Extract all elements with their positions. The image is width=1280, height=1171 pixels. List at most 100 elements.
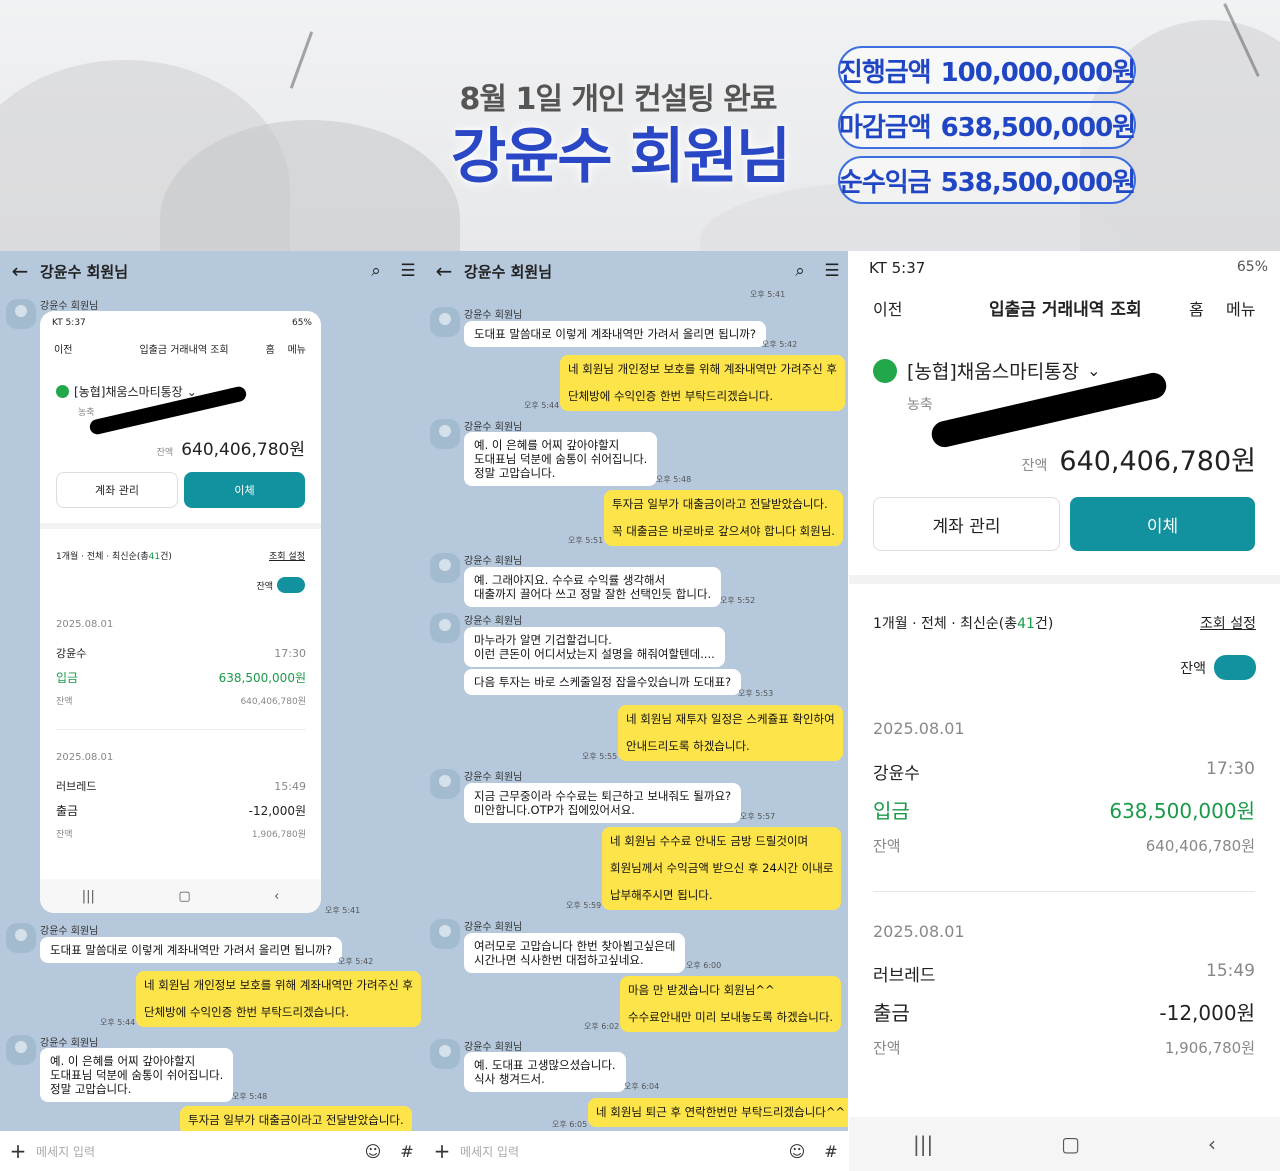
back-icon[interactable]: ‹ [274,889,279,904]
avatar[interactable] [430,613,460,643]
back-arrow-icon[interactable]: ← [424,259,464,283]
home-icon[interactable]: ▢ [178,889,190,904]
message-bubble[interactable]: 도대표 말씀대로 이렇게 계좌내역만 가려서 올리면 됩니까? [464,321,766,347]
tx-date: 2025.08.01 [873,922,965,941]
query-settings-link[interactable]: 조회 설정 [269,549,305,562]
account-number: 농축 [907,397,933,413]
tx-amount-row: 입금 638,500,000원 [873,799,1255,823]
timestamp: 오후 5:42 [762,340,798,349]
hash-icon[interactable]: # [814,1142,848,1161]
emoji-icon[interactable]: ☺ [356,1142,390,1161]
message-input[interactable]: 메세지 입력 [36,1143,356,1160]
message-bubble[interactable]: 다음 투자는 바로 스케줄일정 잡을수있습니까 도대표? [464,669,742,695]
balance-toggle[interactable] [277,577,305,593]
net-profit-pill: 순수익금 538,500,000원 [838,156,1136,204]
message-bubble[interactable]: 도대표 말씀대로 이렇게 계좌내역만 가려서 올리면 됩니까? [40,937,342,963]
timestamp: 오후 5:41 [750,290,786,299]
avatar[interactable] [430,307,460,337]
message-bubble[interactable]: 예. 그래야지요. 수수료 수익률 생각해서 대출까지 끌어다 쓰고 정말 잘한 … [464,567,722,607]
back-arrow-icon[interactable]: ← [0,259,40,283]
tx-amount-row: 출금 -12,000원 [873,1001,1255,1025]
tx-row[interactable]: 강윤수 17:30 [873,759,1255,784]
tx-row[interactable]: 강윤수 17:30 [56,645,306,661]
timestamp: 오후 5:51 [568,536,604,545]
search-icon[interactable]: ⌕ [360,261,392,281]
sender-name: 강윤수 회원님 [464,310,523,321]
message-bubble-sent[interactable]: 네 회원님 재투자 일정은 스케쥴표 확인하여 안내드리도록 하겠습니다. [618,705,843,761]
timestamp: 오후 6:00 [686,961,722,970]
home-icon[interactable]: ▢ [1061,1132,1080,1156]
tx-amount-row: 출금 -12,000원 [56,804,306,818]
filter-summary: 1개월 · 전체 · 최신순(총41건) [873,616,1054,632]
tx-row[interactable]: 러브레드 15:49 [56,778,306,794]
account-manage-button[interactable]: 계좌 관리 [873,497,1060,551]
query-settings-link[interactable]: 조회 설정 [1200,613,1256,633]
bank-logo-icon [873,358,897,383]
balance: 잔액 640,406,780원 [1021,446,1256,477]
tx-balance-row: 잔액 640,406,780원 [873,837,1255,855]
menu-button[interactable]: 메뉴 [1226,296,1255,320]
chevron-down-icon[interactable]: ⌄ [1087,361,1100,380]
chat-panel-left: ← 강윤수 회원님 ⌕ ☰ 강윤수 회원님 KT 5:37 65% 이전 입출금 … [0,251,424,1171]
message-bubble-sent[interactable]: 네 회원님 개인정보 보호를 위해 계좌내역만 가려주신 후 단체방에 수익인증 … [560,355,845,411]
avatar[interactable] [430,419,460,449]
recents-icon[interactable]: ||| [82,889,95,904]
status-bar: KT 5:37 65% [52,318,312,328]
search-icon[interactable]: ⌕ [784,261,816,281]
message-bubble-sent[interactable]: 투자금 일부가 대출금이라고 전달받았습니다. 꼭 대출금은 바로바로 갚으셔야 … [604,490,843,546]
tx-balance-row: 잔액 640,406,780원 [56,697,306,707]
tx-row[interactable]: 러브레드 15:49 [873,961,1255,986]
message-bubble[interactable]: 여러모로 고맙습니다 한번 찾아뵙고싶은데 시간나면 식사한번 대접하고싶네요. [464,933,686,973]
hash-icon[interactable]: # [390,1142,424,1161]
plus-icon[interactable]: + [0,1139,36,1163]
avatar[interactable] [6,299,36,329]
message-bubble[interactable]: 예. 이 은혜를 어찌 갚아야할지 도대표님 덕분에 숨통이 쉬어집니다. 정말 고… [464,432,658,486]
back-icon[interactable]: ‹ [1208,1132,1216,1156]
message-bubble[interactable]: 지금 근무중이라 수수료는 퇴근하고 보내줘도 될까요? 미안합니다.OTP가 집… [464,783,742,823]
android-nav-bar: ||| ▢ ‹ [40,879,321,913]
avatar[interactable] [6,1035,36,1065]
avatar[interactable] [6,923,36,953]
bank-logo-icon [56,385,69,398]
menu-icon[interactable]: ☰ [392,261,424,281]
home-button[interactable]: 홈 [1189,296,1204,320]
message-bubble[interactable]: 마누라가 알면 기겁할겁니다. 이런 큰돈이 어디서났는지 설명을 해줘여할텐데.… [464,627,725,667]
prev-button[interactable]: 이전 [873,296,902,320]
plus-icon[interactable]: + [424,1139,460,1163]
account-name[interactable]: [농협]채움스마티통장 ⌄ [56,383,197,400]
timestamp: 오후 5:44 [524,401,560,410]
shared-image-bank-screenshot[interactable]: KT 5:37 65% 이전 입출금 거래내역 조회 홈 메뉴 [농협]채움스마티… [40,311,321,913]
timestamp: 오후 6:05 [552,1120,588,1129]
balance-toggle[interactable] [1214,655,1256,680]
account-manage-button[interactable]: 계좌 관리 [56,472,178,508]
avatar[interactable] [430,919,460,949]
avatar[interactable] [430,769,460,799]
closing-amount-pill: 마감금액 638,500,000원 [838,101,1136,149]
avatar[interactable] [430,1039,460,1069]
message-bubble[interactable]: 예. 도대표 고생많으셨습니다. 식사 챙겨드서. [464,1052,626,1092]
tx-date: 2025.08.01 [56,752,114,763]
menu-icon[interactable]: ☰ [816,261,848,281]
filter-summary: 1개월 · 전체 · 최신순(총41건) [56,552,172,562]
recents-icon[interactable]: ||| [913,1132,933,1156]
message-bubble[interactable]: 예. 이 은혜를 어찌 갚아야할지 도대표님 덕분에 숨통이 쉬어집니다. 정말 고… [40,1048,234,1102]
transfer-button[interactable]: 이체 [184,472,305,508]
message-bubble-sent[interactable]: 네 회원님 퇴근 후 연락한번만 부탁드리겠습니다^^ [588,1098,848,1127]
emoji-icon[interactable]: ☺ [780,1142,814,1161]
timestamp: 오후 5:48 [656,475,692,484]
banner: 8월 1일 개인 컨설팅 완료 강윤수 회원님 진행금액 100,000,000원… [0,0,1280,251]
tx-balance-row: 잔액 1,906,780원 [873,1039,1255,1057]
transfer-button[interactable]: 이체 [1070,497,1255,551]
message-bubble-sent[interactable]: 네 회원님 개인정보 보호를 위해 계좌내역만 가려주신 후 단체방에 수익인증 … [136,971,421,1027]
message-bubble-sent[interactable]: 네 회원님 수수료 안내도 금방 드릴것이며 회원님께서 수익금액 받으신 후 2… [602,827,842,910]
message-input[interactable]: 메세지 입력 [460,1143,780,1160]
message-bubble-sent[interactable]: 마음 만 받겠습니다 회원님^^ 수수료안내만 미리 보내놓도록 하겠습니다. [620,976,842,1032]
tx-amount-row: 입금 638,500,000원 [56,671,306,685]
avatar[interactable] [430,553,460,583]
tx-date: 2025.08.01 [56,619,114,630]
status-carrier-time: KT 5:37 [869,259,926,277]
sender-name: 강윤수 회원님 [40,301,99,312]
timestamp: 오후 5:48 [232,1092,268,1101]
timestamp: 오후 6:02 [584,1022,620,1031]
account-name[interactable]: [농협]채움스마티통장 ⌄ [873,357,1101,384]
